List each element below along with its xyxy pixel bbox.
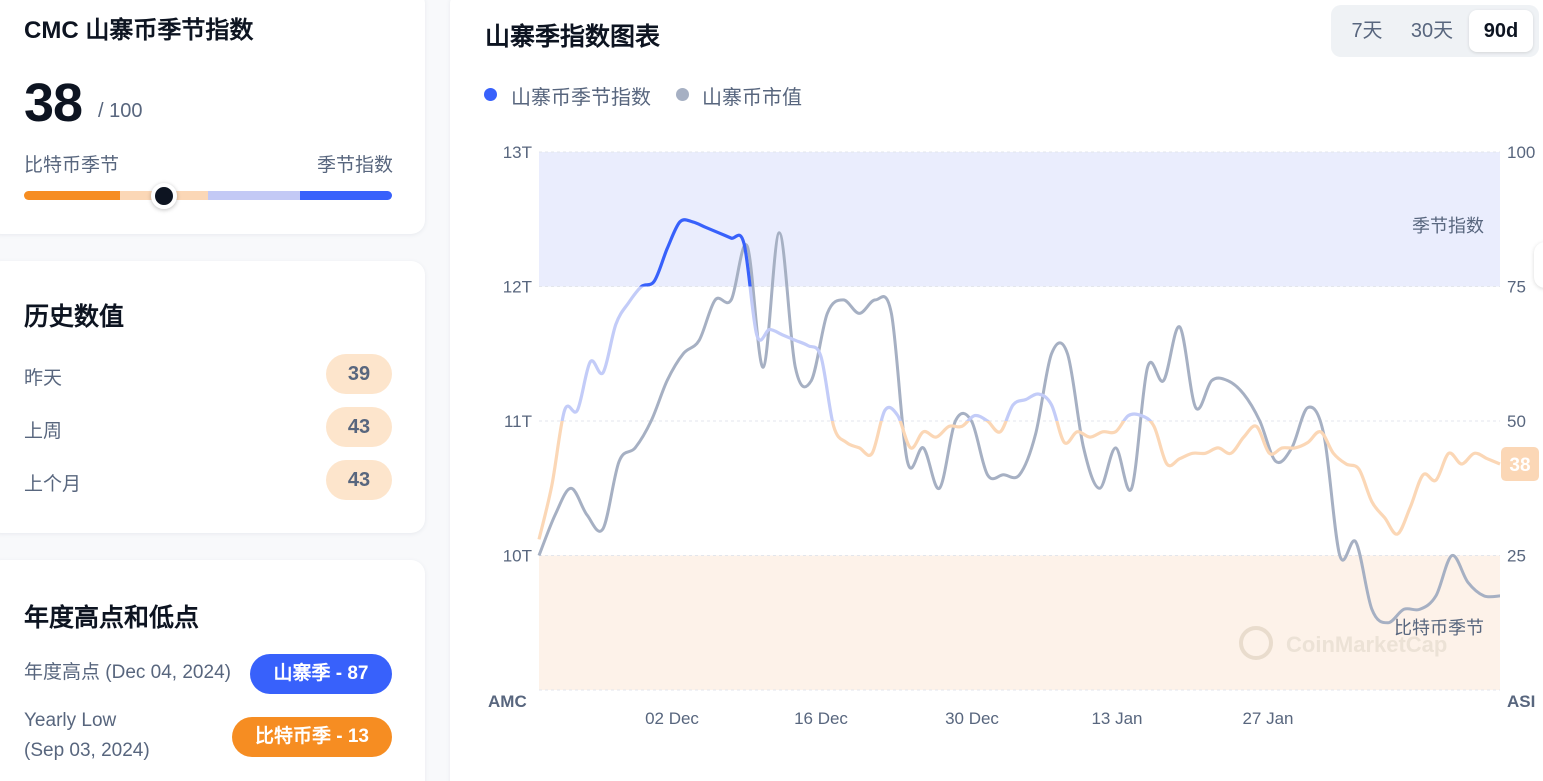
tab-30d[interactable]: 30天: [1397, 10, 1467, 52]
gauge-segment-btc: [24, 191, 120, 200]
range-tabs: 7天 30天 90d: [1331, 5, 1539, 57]
history-row-last-week: 上周 43: [24, 407, 392, 447]
x-tick-label: 13 Jan: [1091, 709, 1142, 728]
tab-90d[interactable]: 90d: [1469, 10, 1533, 52]
yearly-low-badge: 比特币季 - 13: [232, 717, 392, 757]
yearly-low-date: (Sep 03, 2024): [24, 740, 150, 761]
history-row-last-month: 上个月 43: [24, 460, 392, 500]
right-tick-label: 50: [1507, 412, 1526, 431]
x-tick-label: 30 Dec: [945, 709, 999, 728]
history-label: 上周: [24, 421, 63, 442]
bitcoin-season-label: 比特币季节: [24, 155, 120, 176]
legend-altcoin-index[interactable]: 山寨币季节指数: [511, 81, 651, 110]
history-title: 历史数值: [24, 303, 125, 331]
altcoin-index-card: CMC 山寨币季节指数 38 / 100 比特币季节 季节指数: [0, 0, 425, 234]
current-value-text: 38: [1509, 455, 1530, 476]
legend-dot-altcoin-marketcap: [676, 88, 689, 101]
yearly-low-label: Yearly Low: [24, 710, 117, 731]
right-tick-label: 100: [1507, 143, 1535, 162]
history-row-yesterday: 昨天 39: [24, 354, 392, 394]
legend-altcoin-marketcap[interactable]: 山寨币市值: [702, 81, 802, 110]
index-value: 38: [24, 73, 83, 133]
left-tick-label: 10T: [503, 547, 532, 566]
gauge-indicator: [150, 183, 177, 209]
carousel-next-handle[interactable]: [1534, 242, 1543, 288]
history-label: 上个月: [24, 474, 82, 495]
yearly-high-label: 年度高点 (Dec 04, 2024): [24, 662, 231, 683]
gauge-segment-alt: [299, 191, 392, 200]
right-tick-label: 75: [1507, 278, 1526, 297]
history-card: 历史数值 昨天 39 上周 43 上个月 43: [0, 261, 425, 533]
right-tick-label: 25: [1507, 547, 1526, 566]
altcoin-season-label: 季节指数: [316, 155, 393, 176]
history-value-badge: 43: [326, 407, 392, 447]
left-tick-label: 11T: [504, 412, 532, 431]
left-tick-label: 13T: [503, 143, 532, 162]
index-card-title: CMC 山寨币季节指数: [24, 17, 254, 44]
season-gauge: [24, 191, 392, 200]
left-axis-title: AMC: [488, 692, 527, 711]
tab-7d[interactable]: 7天: [1337, 10, 1397, 52]
history-value-badge: 43: [326, 460, 392, 500]
altseason-chart[interactable]: 季节指数比特币季节CoinMarketCap13T12T11T10T100755…: [450, 130, 1543, 730]
yearly-title: 年度高点和低点: [24, 604, 200, 632]
legend-dot-altcoin-index: [484, 88, 497, 101]
history-label: 昨天: [24, 368, 63, 389]
x-tick-label: 27 Jan: [1242, 709, 1293, 728]
yearly-high-badge: 山寨季 - 87: [250, 654, 392, 694]
chart-title: 山寨季指数图表: [485, 23, 661, 51]
chart-band-1: [539, 555, 1500, 690]
band-label-altseason: 季节指数: [1412, 216, 1484, 236]
index-max-label: / 100: [98, 100, 143, 122]
gauge-segment-alt-light: [207, 191, 300, 200]
left-tick-label: 12T: [503, 278, 532, 297]
x-tick-label: 02 Dec: [645, 709, 699, 728]
right-axis-title: ASI: [1507, 692, 1535, 711]
yearly-high-low-card: 年度高点和低点 年度高点 (Dec 04, 2024) 山寨季 - 87 Yea…: [0, 560, 425, 781]
watermark-text: CoinMarketCap: [1286, 632, 1447, 657]
x-tick-label: 16 Dec: [794, 709, 848, 728]
history-value-badge: 39: [326, 354, 392, 394]
